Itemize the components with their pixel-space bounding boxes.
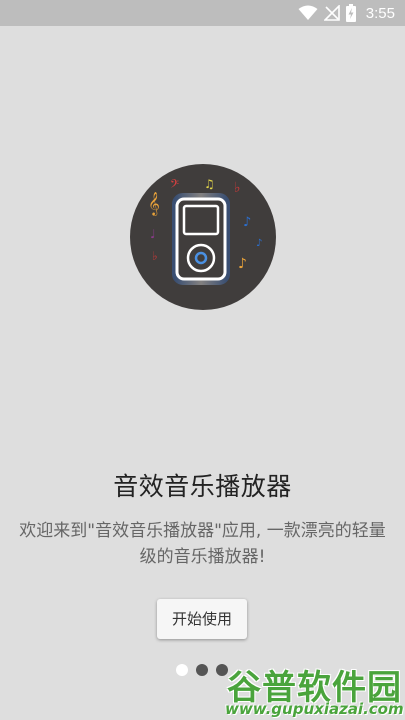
watermark-url: www.gupuxiazai.com <box>225 700 404 718</box>
page-dot-1[interactable] <box>176 664 188 676</box>
svg-text:𝄢: 𝄢 <box>170 178 179 194</box>
status-bar: 3:55 <box>0 0 405 26</box>
svg-text:♭: ♭ <box>152 249 158 263</box>
svg-text:♪: ♪ <box>243 215 251 230</box>
watermark-logo: 谷普软件园 www.gupuxiazai.com <box>219 660 405 720</box>
svg-text:𝄞: 𝄞 <box>148 191 160 216</box>
app-description: 欢迎来到"音效音乐播放器"应用, 一款漂亮的轻量级的音乐播放器! <box>19 521 386 567</box>
page-dot-2[interactable] <box>196 664 208 676</box>
svg-text:♭: ♭ <box>234 180 241 196</box>
svg-text:♪: ♪ <box>256 238 262 249</box>
start-button[interactable]: 开始使用 <box>157 599 247 639</box>
wifi-icon <box>298 5 318 21</box>
battery-charging-icon <box>345 4 356 22</box>
signal-off-icon <box>323 5 340 21</box>
svg-text:♪: ♪ <box>238 256 247 272</box>
svg-text:♩: ♩ <box>150 227 156 241</box>
music-player-icon: 𝄞 𝄢 ♫ ♭ ♪ ♪ ♪ ♩ ♭ <box>130 164 276 310</box>
svg-text:♫: ♫ <box>204 177 215 191</box>
status-time: 3:55 <box>365 4 395 22</box>
app-title: 音效音乐播放器 <box>113 472 292 501</box>
